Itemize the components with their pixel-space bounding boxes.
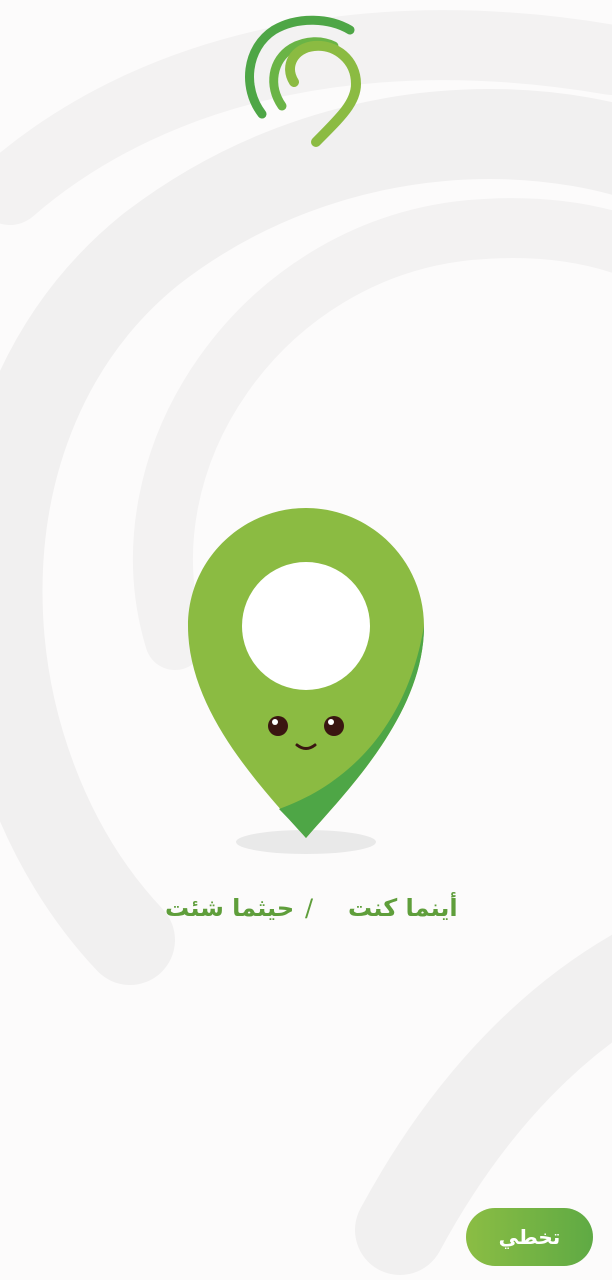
skip-button[interactable]: تخطي [466, 1208, 593, 1266]
tagline-part-whenever-you-want: حيثما شئت [165, 894, 295, 922]
tagline-separator: / [305, 894, 314, 922]
pin-hole [242, 562, 370, 690]
skip-button-label: تخطي [498, 1225, 561, 1249]
right-eye [324, 716, 344, 736]
location-pin-mascot [188, 508, 424, 854]
left-eye [268, 716, 288, 736]
tagline: أينما كنت / حيثما شئت [0, 890, 612, 930]
app-logo [245, 15, 362, 147]
tagline-part-wherever-you-are: أينما كنت [348, 894, 458, 922]
